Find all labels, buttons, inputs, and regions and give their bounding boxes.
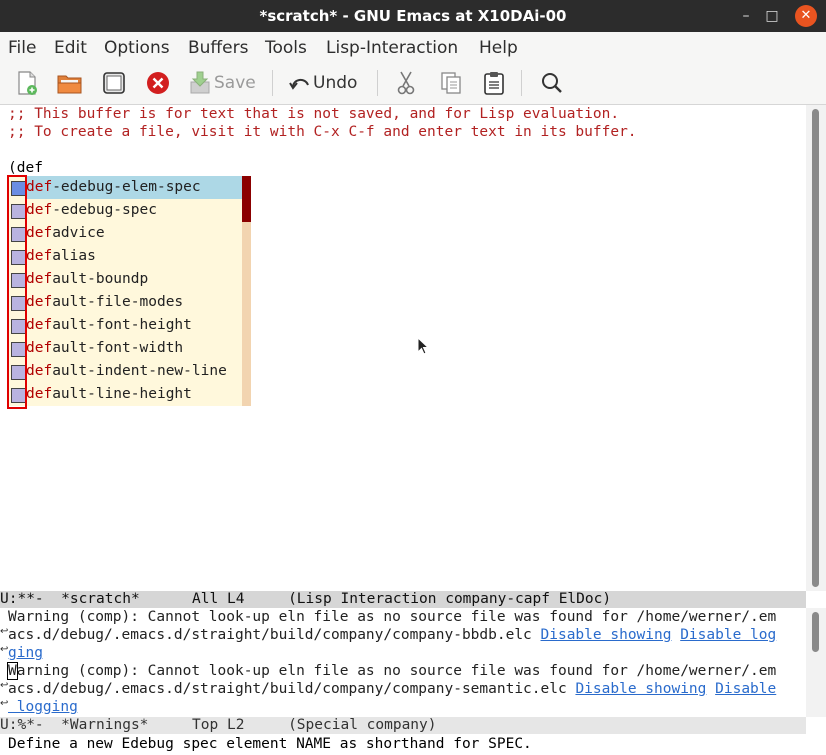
candidate-match: def	[26, 179, 53, 195]
disable-logging-link[interactable]: Disable	[715, 681, 776, 697]
fringe-wrap-icon: ↩	[0, 626, 9, 637]
toolbar-separator	[377, 70, 378, 96]
candidate-match: def	[26, 271, 53, 287]
save-label[interactable]: Save	[214, 73, 256, 93]
disable-logging-link[interactable]: ging	[8, 645, 43, 661]
mouse-pointer-icon	[417, 337, 430, 355]
cut-icon[interactable]	[395, 70, 417, 96]
comment-line: ;; This buffer is for text that is not s…	[8, 106, 620, 122]
input-line[interactable]: (def	[8, 160, 43, 176]
search-icon[interactable]	[540, 70, 564, 96]
menu-bar: File Edit Options Buffers Tools Lisp-Int…	[0, 32, 826, 62]
candidate-match: def	[26, 386, 53, 402]
mode-line-warnings[interactable]: U:%*- *Warnings* Top L2 (Special company…	[0, 717, 806, 734]
candidate-rest: ault-line-height	[52, 386, 192, 402]
warning-line: ging	[8, 644, 43, 662]
completion-candidate[interactable]: default-font-height	[26, 314, 242, 337]
icon-highlight-box	[7, 175, 27, 409]
title-bar: *scratch* - GNU Emacs at X10DAi-00 – □ ✕	[0, 0, 826, 32]
disable-showing-link[interactable]: Disable showing	[541, 627, 672, 643]
completion-candidate[interactable]: default-file-modes	[26, 291, 242, 314]
candidate-rest: ault-font-width	[52, 340, 184, 356]
popup-scrollbar-thumb[interactable]	[242, 176, 251, 222]
candidate-rest: ault-indent-new-line	[52, 363, 227, 379]
warnings-scrollbar[interactable]	[806, 608, 826, 717]
echo-message: Define a new Edebug spec element NAME as…	[8, 736, 532, 752]
completion-candidate[interactable]: default-indent-new-line	[26, 360, 242, 383]
candidate-match: def	[26, 294, 53, 310]
disable-logging-link[interactable]: logging	[8, 699, 78, 715]
completion-candidate[interactable]: defalias	[26, 245, 242, 268]
fringe-wrap-icon: ↩	[0, 680, 9, 691]
menu-lisp-interaction[interactable]: Lisp-Interaction	[326, 38, 458, 58]
menu-buffers[interactable]: Buffers	[188, 38, 248, 58]
menu-tools[interactable]: Tools	[265, 38, 307, 58]
mode-line-scratch[interactable]: U:**- *scratch* All L4 (Lisp Interaction…	[0, 591, 806, 608]
warnings-scrollbar-thumb[interactable]	[812, 612, 819, 652]
completion-candidate[interactable]: default-line-height	[26, 383, 242, 406]
dired-icon[interactable]	[101, 70, 127, 96]
echo-area: Define a new Edebug spec element NAME as…	[0, 735, 826, 755]
candidate-rest: -edebug-elem-spec	[52, 179, 201, 195]
menu-options[interactable]: Options	[104, 38, 170, 58]
save-icon[interactable]	[188, 70, 212, 96]
completion-popup: def-edebug-elem-spec def-edebug-spec def…	[8, 176, 251, 406]
fringe-wrap-icon: ↩	[0, 698, 9, 709]
warning-line: logging	[8, 698, 78, 716]
warning-path: acs.d/debug/.emacs.d/straight/build/comp…	[8, 627, 541, 643]
candidate-match: def	[26, 340, 53, 356]
minimize-button[interactable]: –	[735, 5, 757, 27]
completion-candidate[interactable]: def-edebug-elem-spec	[26, 176, 242, 199]
completion-candidate[interactable]: def-edebug-spec	[26, 199, 242, 222]
warning-path: acs.d/debug/.emacs.d/straight/build/comp…	[8, 681, 576, 697]
paste-icon[interactable]	[482, 70, 506, 96]
close-window-button[interactable]: ✕	[795, 5, 817, 27]
toolbar: Save Undo	[0, 62, 826, 105]
warning-line: Warning (comp): Cannot look-up eln file …	[7, 662, 777, 680]
undo-icon[interactable]	[288, 70, 312, 96]
maximize-button[interactable]: □	[761, 5, 783, 27]
candidate-rest: ault-boundp	[52, 271, 149, 287]
new-file-icon[interactable]	[14, 70, 40, 96]
disable-showing-link[interactable]: Disable showing	[575, 681, 706, 697]
completion-candidate[interactable]: default-font-width	[26, 337, 242, 360]
candidate-rest: alias	[52, 248, 96, 264]
warning-line: acs.d/debug/.emacs.d/straight/build/comp…	[8, 680, 776, 698]
candidate-rest: advice	[52, 225, 105, 241]
candidate-match: def	[26, 225, 53, 241]
menu-help[interactable]: Help	[479, 38, 518, 58]
text-cursor: W	[7, 662, 18, 680]
candidate-match: def	[26, 317, 53, 333]
open-folder-icon[interactable]	[56, 70, 84, 96]
candidate-rest: -edebug-spec	[52, 202, 157, 218]
warning-line: acs.d/debug/.emacs.d/straight/build/comp…	[8, 626, 776, 644]
undo-label[interactable]: Undo	[313, 73, 357, 93]
fringe-wrap-icon: ↩	[0, 644, 9, 655]
toolbar-separator	[521, 70, 522, 96]
candidate-rest: ault-font-height	[52, 317, 192, 333]
menu-edit[interactable]: Edit	[54, 38, 87, 58]
disable-logging-link[interactable]: Disable log	[680, 627, 776, 643]
editor-scrollbar-thumb[interactable]	[812, 109, 819, 587]
editor-scrollbar[interactable]	[806, 105, 826, 591]
warning-text: arning (comp): Cannot look-up eln file a…	[16, 663, 777, 679]
warning-line: Warning (comp): Cannot look-up eln file …	[8, 609, 777, 625]
menu-file[interactable]: File	[8, 38, 36, 58]
close-buffer-icon[interactable]	[145, 70, 171, 96]
candidate-rest: ault-file-modes	[52, 294, 184, 310]
candidate-match: def	[26, 202, 53, 218]
copy-icon[interactable]	[439, 70, 463, 96]
completion-candidate[interactable]: default-boundp	[26, 268, 242, 291]
window-title: *scratch* - GNU Emacs at X10DAi-00	[259, 7, 567, 25]
candidate-match: def	[26, 363, 53, 379]
completion-candidate[interactable]: defadvice	[26, 222, 242, 245]
toolbar-separator	[272, 70, 273, 96]
comment-line: ;; To create a file, visit it with C-x C…	[8, 124, 637, 140]
candidate-match: def	[26, 248, 53, 264]
